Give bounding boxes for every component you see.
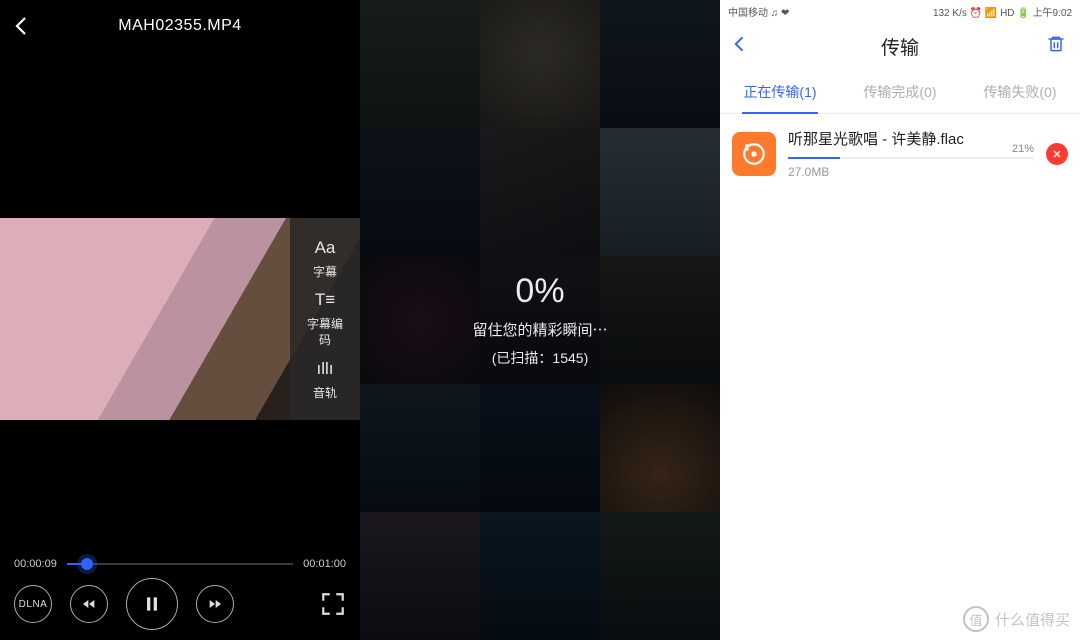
transfer-item: 听那星光歌唱 - 许美静.flac 21% 27.0MB (720, 114, 1080, 189)
scan-count: (已扫描：1545) (492, 348, 588, 368)
rewind-button[interactable] (70, 585, 108, 623)
cancel-transfer-button[interactable] (1046, 143, 1068, 165)
subtitle-icon: Aa (313, 237, 337, 260)
page-title: 传输 (720, 33, 1080, 60)
progress-percent: 21% (1012, 143, 1034, 155)
audio-label: 音轨 (313, 386, 337, 400)
forward-button[interactable] (196, 585, 234, 623)
seek-bar[interactable] (67, 563, 293, 565)
dlna-button[interactable]: DLNA (14, 585, 52, 623)
time-total: 00:01:00 (303, 558, 346, 570)
gallery-scan-screen: 中国移动 ❤ 4.6 K/s ⏰ 📶 HD 🔋 早上8:46 0% 留住您的精彩… (360, 0, 720, 640)
seek-thumb[interactable] (81, 558, 93, 570)
watermark-badge: 值 (963, 606, 989, 632)
transfer-screen: 中国移动 ♫ ❤ 132 K/s ⏰ 📶 HD 🔋 上午9:02 传输 正在传输… (720, 0, 1080, 640)
seek-row: 00:00:09 00:01:00 (0, 558, 360, 570)
subtitle-label: 字幕 (313, 265, 337, 279)
transfer-tabs: 正在传输(1) 传输完成(0) 传输失败(0) (720, 70, 1080, 114)
watermark: 值 什么值得买 (963, 606, 1070, 632)
subtitle-option[interactable]: Aa 字幕 (313, 237, 337, 280)
scan-caption: 留住您的精彩瞬间⋯ (472, 319, 607, 340)
status-right: 132 K/s ⏰ 📶 HD 🔋 上午9:02 (933, 4, 1072, 19)
back-icon[interactable] (10, 14, 34, 38)
encoding-label: 字幕编 码 (307, 317, 343, 347)
progress-bar: 21% (788, 157, 1034, 159)
scan-percent: 0% (515, 272, 564, 311)
trash-icon[interactable] (1046, 34, 1066, 59)
video-title: MAH02355.MP4 (34, 17, 326, 35)
transfer-size: 27.0MB (788, 165, 1034, 179)
time-current: 00:00:09 (14, 558, 57, 570)
pause-button[interactable] (126, 578, 178, 630)
watermark-text: 什么值得买 (995, 609, 1070, 630)
audio-track-option[interactable]: ıllı 音轨 (313, 358, 337, 401)
status-bar: 中国移动 ♫ ❤ 132 K/s ⏰ 📶 HD 🔋 上午9:02 (720, 0, 1080, 22)
tab-in-progress[interactable]: 正在传输(1) (720, 70, 840, 113)
tab-completed[interactable]: 传输完成(0) (840, 70, 960, 113)
scan-overlay: 0% 留住您的精彩瞬间⋯ (已扫描：1545) (360, 0, 720, 640)
video-player-screen: MAH02355.MP4 Aa 字幕 T≡ 字幕编 码 ıllı 音轨 00:0… (0, 0, 360, 640)
tab-failed[interactable]: 传输失败(0) (960, 70, 1080, 113)
file-music-icon (732, 132, 776, 176)
encoding-icon: T≡ (307, 289, 343, 312)
status-carrier: 中国移动 ♫ ❤ (728, 4, 789, 19)
subtitle-encoding-option[interactable]: T≡ 字幕编 码 (307, 289, 343, 348)
audio-icon: ıllı (313, 358, 337, 381)
video-options-panel: Aa 字幕 T≡ 字幕编 码 ıllı 音轨 (290, 218, 360, 420)
transfer-filename: 听那星光歌唱 - 许美静.flac (788, 128, 1034, 149)
fullscreen-icon[interactable] (320, 591, 346, 617)
